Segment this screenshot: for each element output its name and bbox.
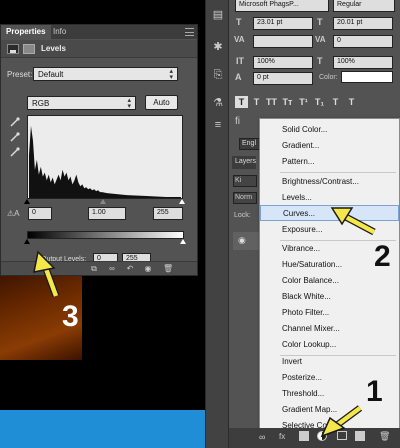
annotation-overlay bbox=[33, 207, 376, 438]
step-number-3: 3 bbox=[62, 300, 79, 333]
arrow-to-curves bbox=[330, 207, 376, 236]
step-number-2: 2 bbox=[374, 240, 391, 273]
arrow-to-adjustment-button bbox=[320, 405, 363, 438]
step-number-1: 1 bbox=[366, 375, 383, 408]
arrow-to-output-levels bbox=[33, 250, 60, 298]
